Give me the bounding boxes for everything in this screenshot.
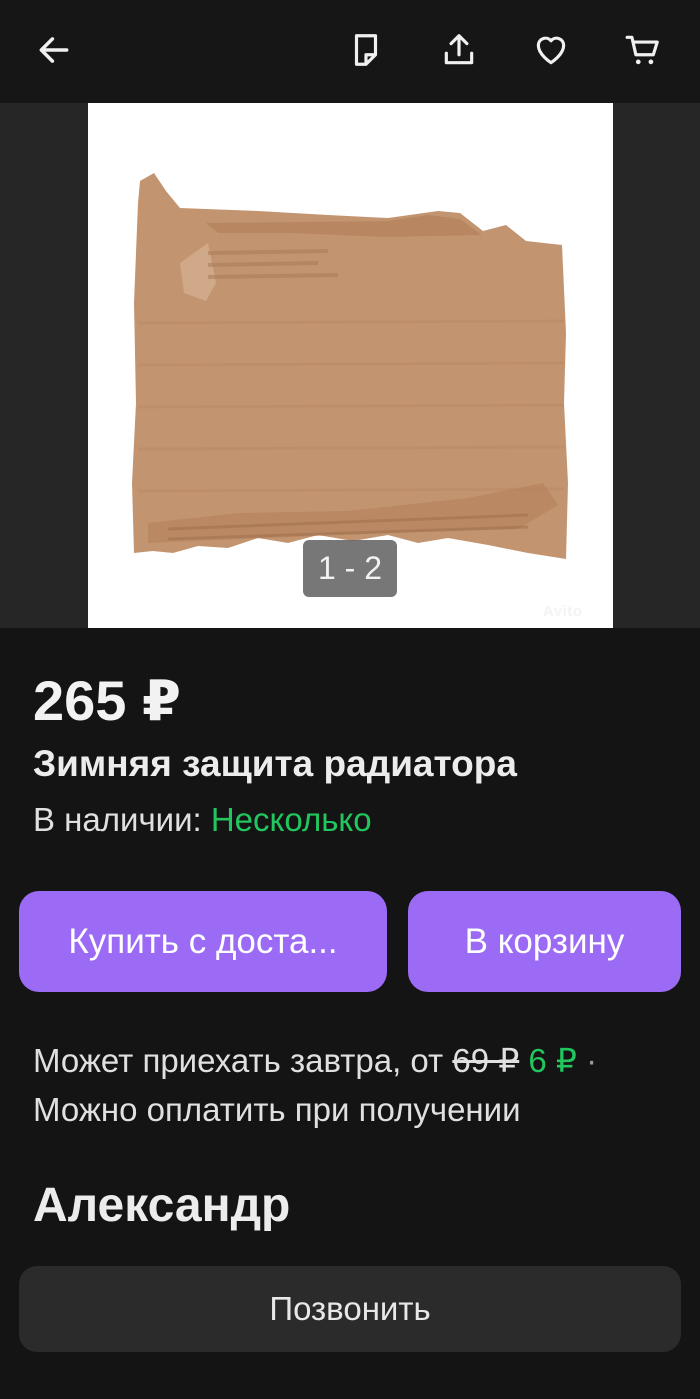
availability: В наличии: Несколько [33,801,372,839]
delivery-new-price: 6 ₽ [528,1042,577,1079]
favorite-button[interactable] [523,22,579,78]
share-button[interactable] [431,22,487,78]
share-icon [444,34,474,65]
arrow-left-icon [39,37,69,63]
photo-gallery[interactable]: 1 - 2 Avito [0,103,700,628]
add-to-cart-button[interactable]: В корзину [408,891,681,992]
availability-label: В наличии: [33,801,211,838]
photo-counter: 1 - 2 [303,540,397,597]
note-button[interactable] [338,22,394,78]
payment-line: Можно оплатить при получении [33,1091,521,1128]
cart-icon [625,35,659,65]
listing-title: Зимняя защита радиатора [33,743,517,784]
delivery-line: Может приехать завтра, от 69 ₽ 6 ₽ · [33,1036,683,1085]
delivery-text: Может приехать завтра, от [33,1042,453,1079]
availability-value: Несколько [210,801,372,838]
call-button[interactable]: Позвонить [19,1266,681,1352]
price: 265 ₽ [33,669,181,732]
back-button[interactable] [26,22,82,78]
avito-watermark: Avito [543,603,583,620]
cart-button[interactable] [615,22,671,78]
buy-with-delivery-button[interactable]: Купить с доста... [19,891,387,992]
top-toolbar [0,0,700,103]
delivery-old-price: 69 ₽ [452,1042,520,1079]
delivery-info: Может приехать завтра, от 69 ₽ 6 ₽ · Мож… [33,1036,683,1134]
heart-icon [536,36,566,65]
note-icon [354,34,378,66]
seller-name[interactable]: Александр [33,1178,290,1233]
delivery-separator: · [576,1042,598,1079]
